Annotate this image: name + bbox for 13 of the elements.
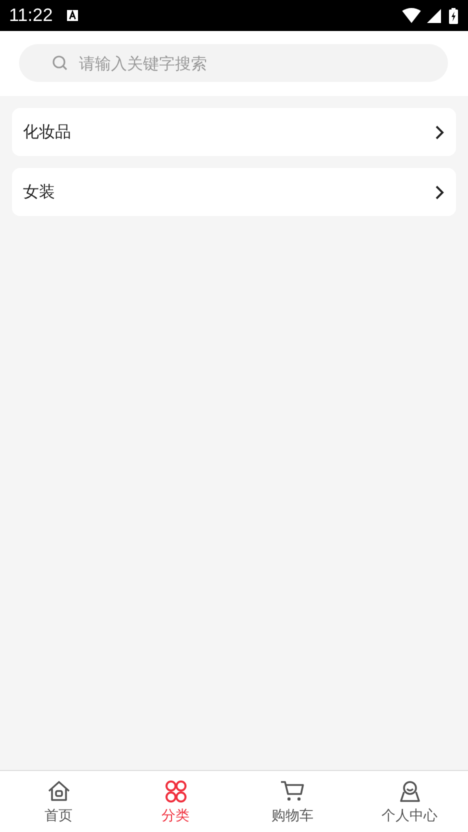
grid-icon [162,778,188,802]
category-item[interactable]: 女装 [12,168,456,216]
search-field[interactable]: 请输入关键字搜索 [19,44,448,82]
chevron-icon [435,184,444,200]
battery-icon [449,8,458,24]
category-item[interactable]: 化妆品 [12,108,456,156]
cart-icon [280,778,306,802]
chevron-icon [435,124,444,140]
signal-icon [427,8,441,22]
notification-icon [66,10,78,21]
home-icon [46,778,72,802]
status-time: 11:22 [9,5,53,26]
wifi-icon [402,8,421,23]
